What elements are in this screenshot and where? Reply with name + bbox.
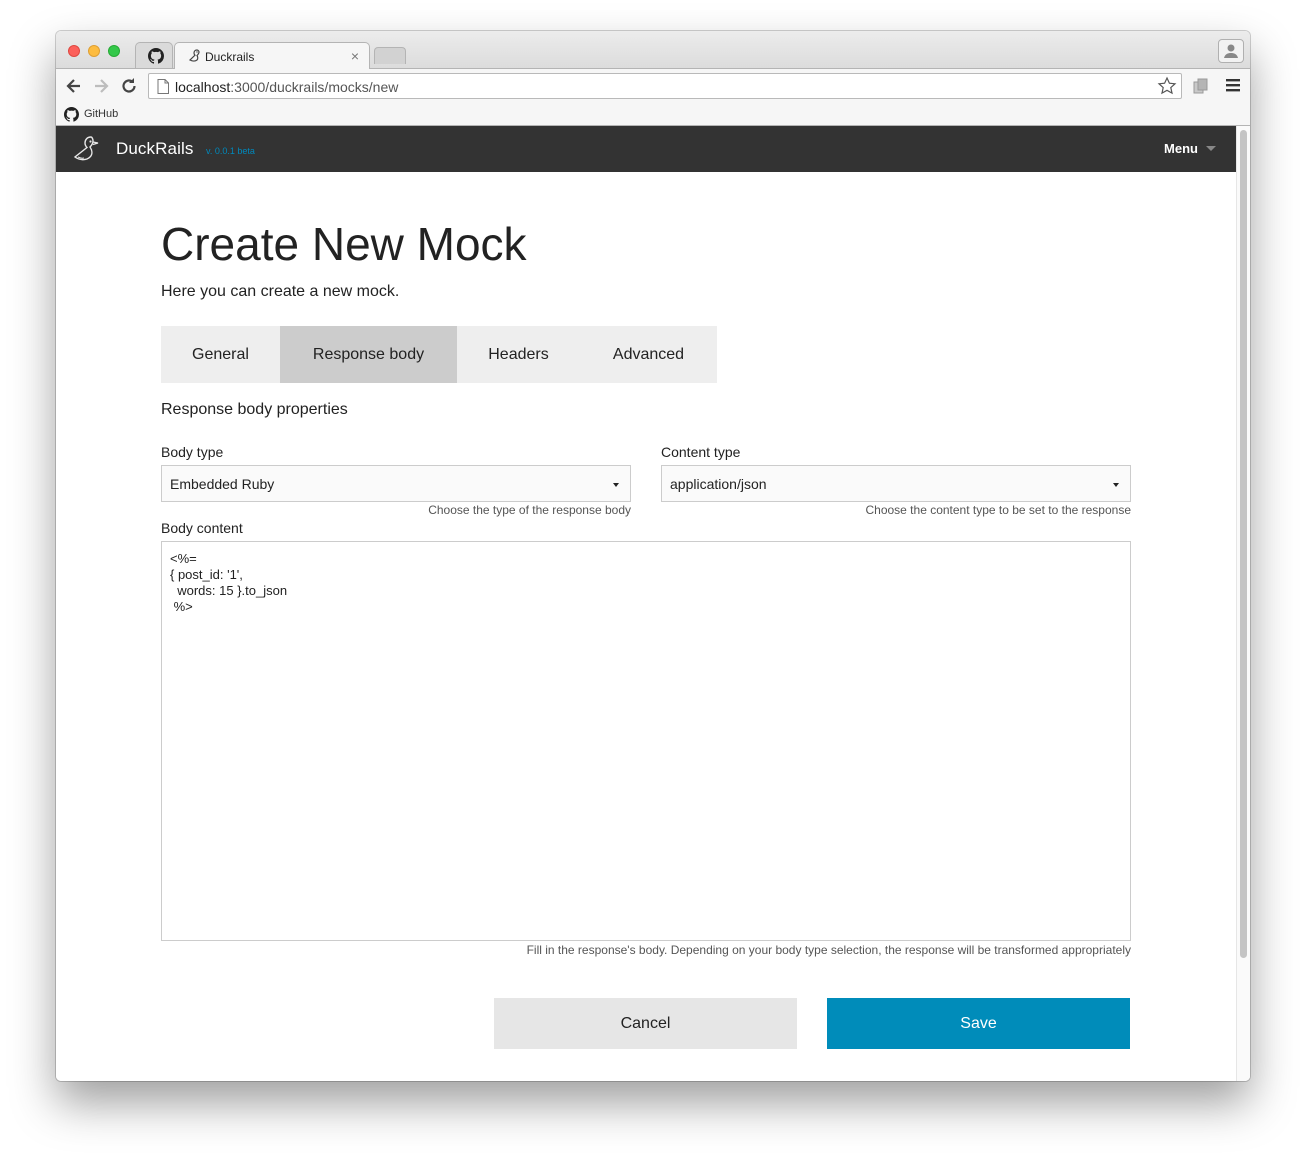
bookmark-github[interactable]: GitHub (64, 105, 118, 123)
page-subtitle: Here you can create a new mock. (161, 283, 400, 300)
browser-toolbar: localhost:3000/duckrails/mocks/new (56, 68, 1250, 102)
body-content-textarea[interactable]: <%= { post_id: '1', words: 15 }.to_json … (161, 541, 1131, 941)
menu-dropdown[interactable]: Menu (1164, 141, 1216, 156)
back-icon[interactable] (64, 76, 84, 96)
content-type-select[interactable]: application/json (661, 465, 1131, 502)
save-button[interactable]: Save (827, 998, 1130, 1049)
tab-response-body[interactable]: Response body (280, 326, 457, 383)
page-viewport: DuckRails v. 0.0.1 beta Menu Create New … (56, 126, 1250, 1081)
scrollbar[interactable] (1236, 126, 1250, 1081)
github-icon (148, 48, 165, 69)
zoom-window-button[interactable] (108, 45, 120, 57)
brand-name[interactable]: DuckRails (116, 139, 193, 159)
new-tab-button[interactable] (374, 47, 406, 64)
tab-general[interactable]: General (161, 326, 280, 383)
page-icon (157, 79, 169, 99)
pinned-tab-github[interactable] (135, 42, 173, 69)
page-title: Create New Mock (161, 218, 527, 270)
github-icon (64, 106, 79, 122)
body-type-help: Choose the type of the response body (428, 503, 631, 517)
cancel-button[interactable]: Cancel (494, 998, 797, 1049)
content-type-help: Choose the content type to be set to the… (865, 503, 1131, 517)
dropdown-arrow-icon (613, 483, 619, 487)
body-content-label: Body content (161, 520, 243, 536)
body-type-label: Body type (161, 444, 224, 460)
extension-icon[interactable] (1192, 77, 1210, 100)
profile-icon (1224, 44, 1238, 58)
bookmark-label: GitHub (84, 108, 119, 120)
address-bar[interactable]: localhost:3000/duckrails/mocks/new (148, 73, 1182, 99)
body-type-select[interactable]: Embedded Ruby (161, 465, 631, 502)
star-icon[interactable] (1157, 76, 1177, 101)
active-tab[interactable]: Duckrails × (174, 42, 370, 69)
close-window-button[interactable] (68, 45, 80, 57)
body-type-value: Embedded Ruby (170, 476, 275, 492)
content-type-value: application/json (670, 476, 767, 492)
url-text: localhost:3000/duckrails/mocks/new (175, 79, 399, 95)
form-tabs: General Response body Headers Advanced (161, 326, 717, 383)
hamburger-icon[interactable] (1226, 77, 1240, 98)
title-bar: Duckrails × (56, 31, 1250, 69)
minimize-window-button[interactable] (88, 45, 100, 57)
forward-icon[interactable] (91, 76, 111, 96)
menu-label: Menu (1164, 141, 1198, 156)
dropdown-arrow-icon (1113, 483, 1119, 487)
tab-advanced[interactable]: Advanced (580, 326, 717, 383)
version-label: v. 0.0.1 beta (206, 146, 255, 156)
reload-icon[interactable] (119, 76, 139, 96)
close-tab-icon[interactable]: × (351, 48, 359, 64)
tab-headers[interactable]: Headers (457, 326, 580, 383)
body-content-help: Fill in the response's body. Depending o… (526, 943, 1131, 957)
bookmarks-bar: GitHub (56, 102, 1250, 126)
section-title: Response body properties (161, 401, 348, 418)
app-navbar: DuckRails v. 0.0.1 beta Menu (56, 126, 1236, 172)
duck-icon (187, 48, 203, 69)
scrollbar-thumb[interactable] (1240, 130, 1247, 958)
profile-button[interactable] (1218, 39, 1244, 63)
content-type-label: Content type (661, 444, 741, 460)
duck-icon[interactable] (69, 133, 103, 170)
tab-title: Duckrails (205, 50, 255, 64)
chevron-down-icon (1206, 146, 1216, 151)
browser-window: Duckrails × localhost:3000/duckrails/moc… (56, 31, 1250, 1081)
